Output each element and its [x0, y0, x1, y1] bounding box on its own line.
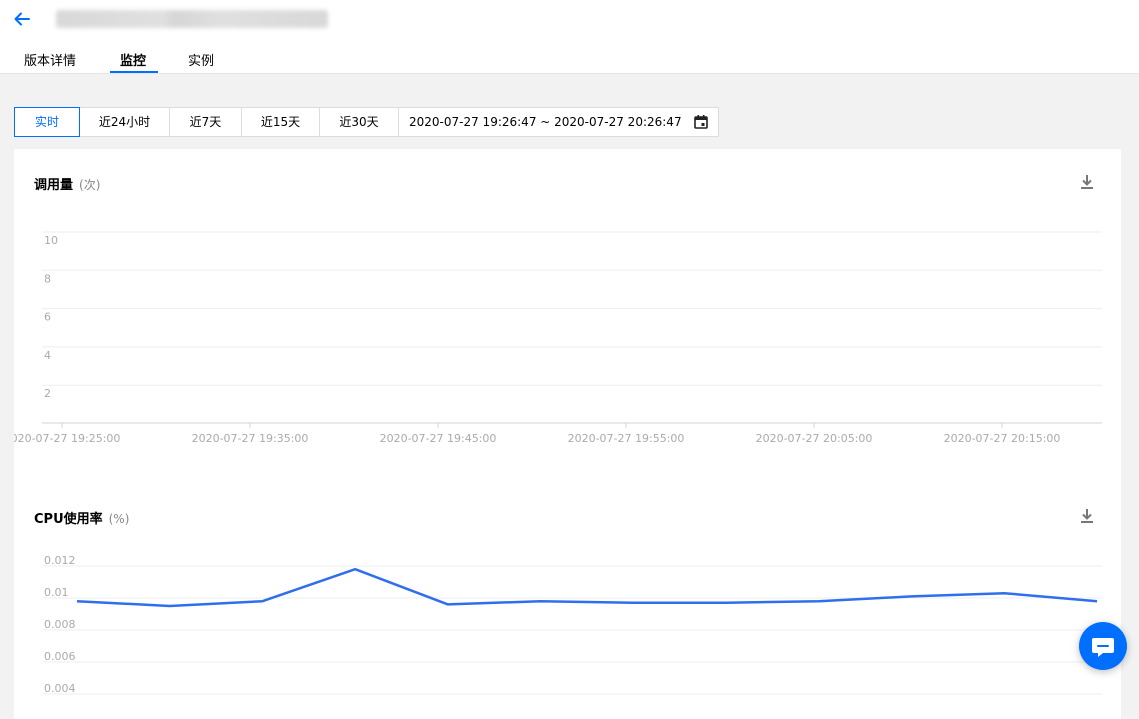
date-range-text: 2020-07-27 19:26:47 ~ 2020-07-27 20:26:4…	[409, 108, 682, 136]
chart2-title: CPU使用率 (%)	[34, 508, 129, 527]
cpu-usage-chart: 0.012 0.01 0.008 0.006 0.004	[14, 529, 1121, 719]
y-tick-label: 10	[44, 234, 58, 247]
range-15d-button[interactable]: 近15天	[242, 108, 320, 136]
range-24h-button[interactable]: 近24小时	[80, 108, 170, 136]
x-tick-label: 2020-07-27 20:15:00	[944, 432, 1061, 445]
calendar-icon	[694, 115, 708, 129]
time-range-selector: 实时 近24小时 近7天 近15天 近30天 2020-07-27 19:26:…	[14, 107, 719, 137]
monitoring-card: 调用量(次) 1086422020-07-27 19:25:002020-07-…	[14, 149, 1121, 719]
download-icon[interactable]	[1080, 508, 1094, 524]
y-tick-label: 0.012	[44, 554, 76, 567]
y-tick-label: 2	[44, 387, 51, 400]
back-arrow-icon[interactable]	[12, 9, 32, 29]
chat-support-button[interactable]	[1079, 622, 1127, 670]
x-tick-label: 2020-07-27 19:35:00	[192, 432, 309, 445]
y-tick-label: 0.008	[44, 618, 76, 631]
tab-monitoring[interactable]: 监控	[120, 50, 146, 69]
tab-version-details[interactable]: 版本详情	[24, 50, 76, 69]
x-tick-label: 2020-07-27 19:55:00	[568, 432, 685, 445]
range-realtime-button[interactable]: 实时	[14, 107, 80, 137]
range-7d-button[interactable]: 近7天	[170, 108, 242, 136]
active-tab-indicator	[110, 71, 158, 73]
range-30d-button[interactable]: 近30天	[320, 108, 399, 136]
cpu-series-line	[77, 569, 1097, 606]
y-tick-label: 8	[44, 272, 51, 285]
chart2-title-text: CPU使用率	[34, 512, 103, 527]
x-tick-label: 2020-07-27 19:25:00	[14, 432, 120, 445]
chat-icon	[1079, 622, 1127, 670]
y-tick-label: 0.004	[44, 682, 76, 695]
call-count-chart: 10 8 6 4 2 2020-07-27 19:25:00 2020-07-27 19:3…	[14, 149, 1121, 449]
page-header: 版本详情 监控 实例	[0, 0, 1139, 74]
tab-instances[interactable]: 实例	[188, 50, 214, 69]
y-tick-label: 4	[44, 349, 51, 362]
blurred-breadcrumb	[56, 10, 328, 28]
date-range-picker[interactable]: 2020-07-27 19:26:47 ~ 2020-07-27 20:26:4…	[399, 108, 718, 136]
y-tick-label: 0.01	[44, 586, 69, 599]
chart2-unit: (%)	[109, 512, 130, 526]
y-tick-label: 6	[44, 311, 51, 324]
x-tick-label: 2020-07-27 20:05:00	[756, 432, 873, 445]
y-tick-label: 0.006	[44, 650, 76, 663]
x-tick-label: 2020-07-27 19:45:00	[380, 432, 497, 445]
